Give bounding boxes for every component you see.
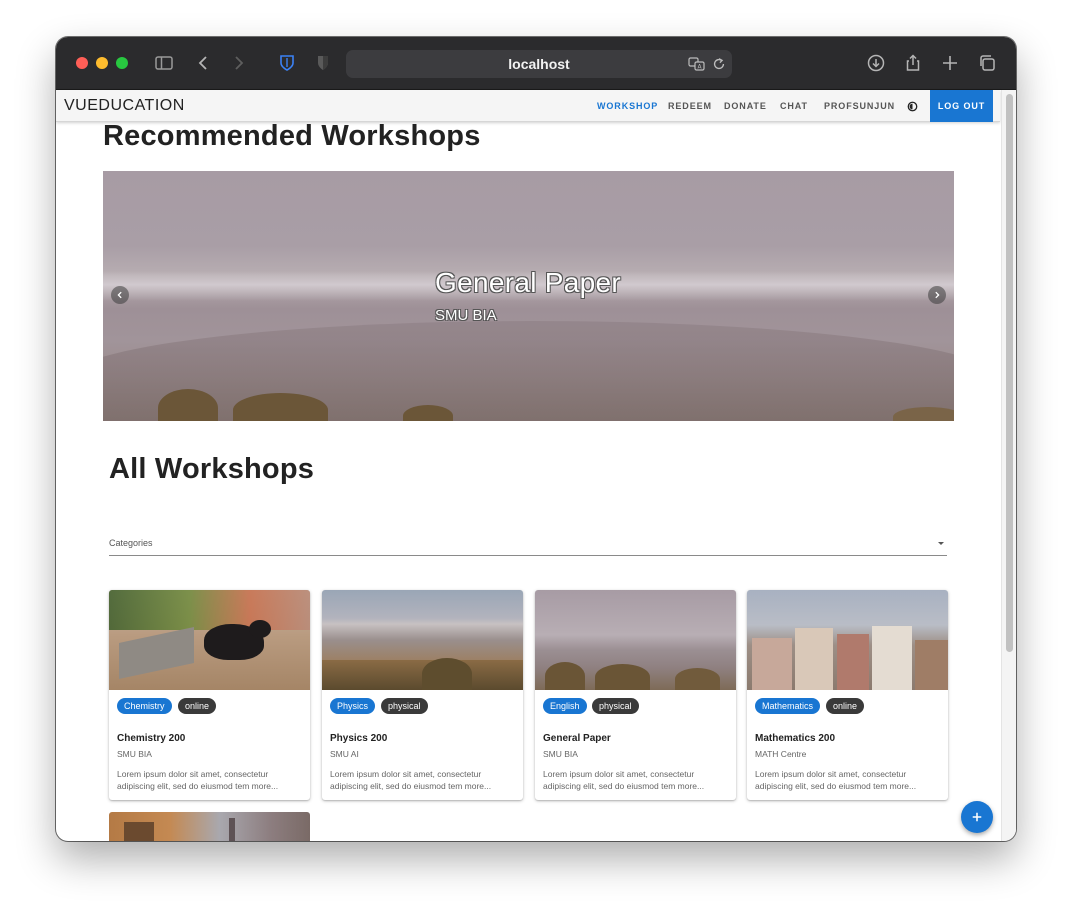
workshop-org: SMU BIA [543, 749, 578, 759]
carousel-image-tree [893, 407, 954, 421]
add-workshop-button[interactable] [961, 801, 993, 833]
workshop-card[interactable]: Chemistry online Chemistry 200 SMU BIA L… [109, 590, 310, 800]
workshop-title[interactable]: General Paper [543, 733, 611, 744]
recommended-heading: Recommended Workshops [103, 123, 481, 152]
carousel-image-tree [403, 405, 453, 421]
main-content: Recommended Workshops General Paper SMU … [56, 123, 1000, 841]
workshop-description: Lorem ipsum dolor sit amet, consectetur … [330, 769, 492, 791]
address-bar[interactable]: localhost A [346, 50, 732, 78]
chevron-right-icon [935, 291, 940, 299]
workshop-card[interactable]: Mathematics online Mathematics 200 MATH … [747, 590, 948, 800]
carousel-next-button[interactable] [928, 286, 946, 304]
workshop-org: SMU BIA [117, 749, 152, 759]
new-tab-icon[interactable] [938, 51, 962, 75]
zoom-window-button[interactable] [116, 57, 128, 69]
workshop-description: Lorem ipsum dolor sit amet, consectetur … [543, 769, 705, 791]
slide-subtitle: SMU BIA [435, 307, 497, 324]
logout-button[interactable]: LOG OUT [930, 90, 993, 122]
minimize-window-button[interactable] [96, 57, 108, 69]
workshop-description: Lorem ipsum dolor sit amet, consectetur … [755, 769, 917, 791]
scrollbar-thumb[interactable] [1006, 94, 1013, 652]
mode-chip[interactable]: online [178, 698, 217, 714]
tabs-overview-icon[interactable] [975, 51, 999, 75]
caret-down-icon [938, 542, 944, 545]
back-icon[interactable] [192, 51, 216, 75]
workshop-card[interactable]: Physics physical Physics 200 SMU AI Lore… [322, 590, 523, 800]
subject-chip[interactable]: Mathematics [755, 698, 821, 714]
privacy-shield-icon[interactable] [311, 51, 335, 75]
carousel-image-tree [233, 393, 328, 421]
bitwarden-icon[interactable] [275, 51, 299, 75]
workshop-image [322, 590, 523, 690]
page-scrollbar[interactable] [1001, 90, 1016, 841]
mode-chip[interactable]: physical [381, 698, 428, 714]
brand-logo[interactable]: VUEDUCATION [64, 97, 185, 115]
plus-icon [972, 812, 982, 822]
url-text[interactable]: localhost [346, 50, 732, 78]
chevron-left-icon [117, 291, 122, 299]
nav-donate[interactable]: DONATE [724, 90, 767, 122]
categories-select[interactable]: Categories [109, 534, 947, 556]
workshop-image [109, 590, 310, 690]
browser-window: localhost A VUEDUCATION WORKSHOP REDEEM … [56, 37, 1016, 841]
workshop-title[interactable]: Chemistry 200 [117, 733, 185, 744]
sidebar-icon[interactable] [152, 51, 176, 75]
translate-icon[interactable]: A [688, 55, 706, 73]
carousel-image-tree [158, 389, 218, 421]
slide-title[interactable]: General Paper [435, 267, 621, 299]
browser-toolbar: localhost A [56, 37, 1016, 90]
close-window-button[interactable] [76, 57, 88, 69]
mode-chip[interactable]: online [826, 698, 865, 714]
subject-chip[interactable]: English [543, 698, 587, 714]
workshop-org: SMU AI [330, 749, 359, 759]
workshop-title[interactable]: Physics 200 [330, 733, 387, 744]
workshop-card-partial[interactable] [109, 812, 310, 841]
download-icon[interactable] [864, 51, 888, 75]
workshop-image [747, 590, 948, 690]
recommended-carousel[interactable]: General Paper SMU BIA [103, 171, 954, 421]
all-workshops-heading: All Workshops [109, 453, 315, 485]
carousel-image-hills [103, 321, 954, 421]
mode-chip[interactable]: physical [592, 698, 639, 714]
categories-label: Categories [109, 538, 153, 548]
nav-workshop[interactable]: WORKSHOP [597, 90, 658, 122]
workshop-image [535, 590, 736, 690]
reload-icon[interactable] [710, 55, 728, 73]
workshop-card[interactable]: English physical General Paper SMU BIA L… [535, 590, 736, 800]
forward-icon[interactable] [226, 51, 250, 75]
nav-redeem[interactable]: REDEEM [668, 90, 712, 122]
carousel-prev-button[interactable] [111, 286, 129, 304]
app-bar: VUEDUCATION WORKSHOP REDEEM DONATE CHAT … [56, 90, 1000, 122]
subject-chip[interactable]: Chemistry [117, 698, 172, 714]
subject-chip[interactable]: Physics [330, 698, 376, 714]
nav-profile[interactable]: PROFSUNJUN [824, 90, 895, 122]
workshop-org: MATH Centre [755, 749, 807, 759]
theme-toggle-icon[interactable] [904, 98, 920, 114]
workshop-title[interactable]: Mathematics 200 [755, 733, 835, 744]
share-icon[interactable] [901, 51, 925, 75]
nav-chat[interactable]: CHAT [780, 90, 808, 122]
workshop-description: Lorem ipsum dolor sit amet, consectetur … [117, 769, 279, 791]
